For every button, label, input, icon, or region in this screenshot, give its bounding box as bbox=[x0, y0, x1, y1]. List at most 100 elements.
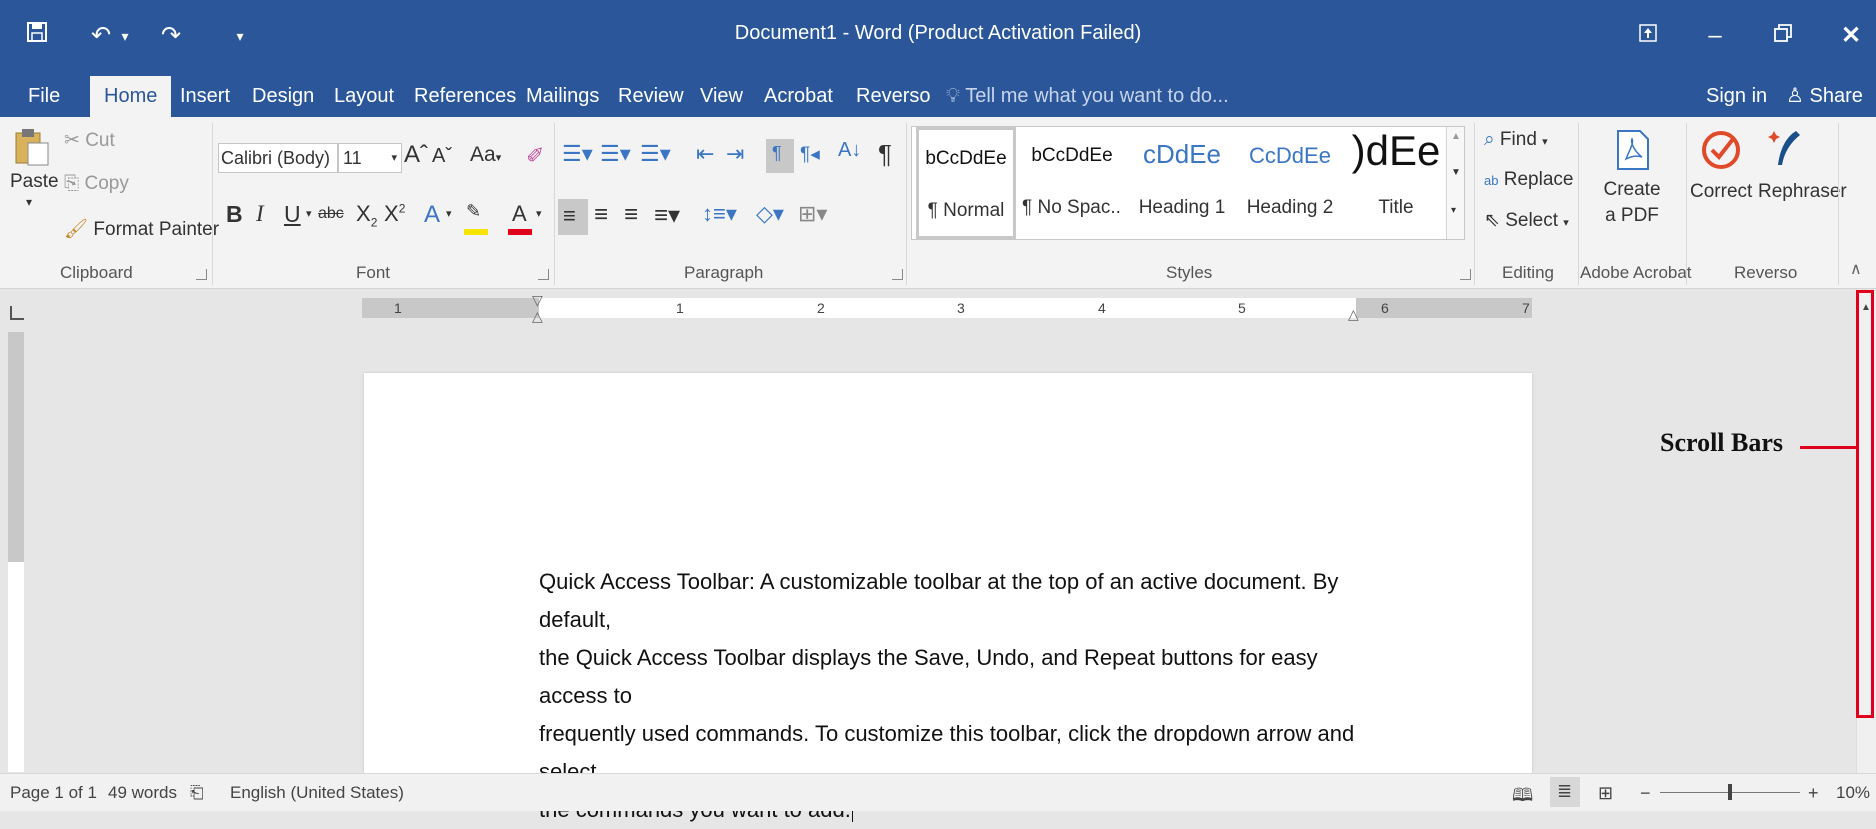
clear-formatting-icon[interactable]: ✐ bbox=[526, 143, 544, 169]
font-size-dropdown-icon[interactable]: ▾ bbox=[391, 144, 397, 172]
justify-icon[interactable]: ≡▾ bbox=[654, 201, 680, 230]
clipboard-icon bbox=[15, 129, 49, 166]
close-icon[interactable]: ✕ bbox=[1826, 14, 1876, 58]
web-layout-icon[interactable]: ⊞ bbox=[1598, 783, 1613, 804]
vertical-ruler[interactable] bbox=[8, 332, 24, 772]
align-left-icon[interactable]: ≡ bbox=[558, 199, 588, 235]
tab-selector-icon[interactable] bbox=[10, 306, 24, 320]
borders-icon[interactable]: ⊞▾ bbox=[798, 201, 827, 227]
font-color-dropdown-icon[interactable]: ▾ bbox=[536, 207, 542, 220]
subscript-icon[interactable]: X2 bbox=[356, 201, 377, 229]
style-preview: bCcDdEe bbox=[1031, 145, 1113, 166]
rephraser-button[interactable]: Rephraser bbox=[1756, 125, 1847, 235]
bold-icon[interactable]: B bbox=[226, 201, 243, 228]
font-color-icon[interactable]: A bbox=[506, 201, 538, 237]
tab-home[interactable]: Home bbox=[90, 76, 172, 117]
style-normal[interactable]: bCcDdEe ¶ Normal bbox=[916, 127, 1016, 239]
tab-insert[interactable]: Insert bbox=[170, 76, 240, 117]
page-count[interactable]: Page 1 of 1 bbox=[10, 783, 97, 803]
hanging-indent-marker[interactable]: △ bbox=[532, 308, 543, 325]
clipboard-launcher-icon[interactable] bbox=[196, 269, 207, 280]
tab-acrobat[interactable]: Acrobat bbox=[754, 76, 843, 117]
paragraph-launcher-icon[interactable] bbox=[892, 269, 903, 280]
cut-button[interactable]: ✂ Cut bbox=[64, 129, 115, 152]
italic-icon[interactable]: I bbox=[256, 201, 264, 227]
grow-font-icon[interactable]: Aˆ bbox=[404, 141, 428, 169]
share-button[interactable]: ♙ Share bbox=[1776, 76, 1873, 117]
tab-design[interactable]: Design bbox=[242, 76, 324, 117]
align-right-icon[interactable]: ≡ bbox=[624, 201, 638, 229]
numbering-icon[interactable]: ☰▾ bbox=[600, 141, 631, 167]
format-painter-button[interactable]: 🖌︎ Format Painter bbox=[64, 217, 219, 241]
language[interactable]: English (United States) bbox=[230, 783, 404, 803]
show-formatting-icon[interactable]: ¶ bbox=[878, 139, 892, 170]
underline-icon[interactable]: U bbox=[284, 201, 301, 228]
correct-button[interactable]: Correct bbox=[1690, 125, 1754, 235]
sort-icon[interactable]: A↓ bbox=[838, 139, 861, 162]
tab-review[interactable]: Review bbox=[608, 76, 694, 117]
highlight-icon[interactable]: ✎ bbox=[462, 201, 494, 237]
superscript-icon[interactable]: X2 bbox=[384, 201, 405, 227]
style-heading-1[interactable]: cDdEe Heading 1 bbox=[1130, 127, 1234, 239]
tell-me-box[interactable]: 💡︎ Tell me what you want to do... bbox=[946, 76, 1229, 117]
style-title[interactable]: )dEe Title bbox=[1346, 127, 1446, 239]
replace-button[interactable]: ab Replace bbox=[1484, 169, 1573, 191]
read-mode-icon[interactable]: 🕮︎ bbox=[1512, 783, 1533, 813]
style-heading-2[interactable]: CcDdEe Heading 2 bbox=[1238, 127, 1342, 239]
line-spacing-icon[interactable]: ↕≡▾ bbox=[702, 201, 737, 227]
ribbon-display-options-icon[interactable] bbox=[1623, 14, 1673, 58]
change-case-button[interactable]: Aa▾ bbox=[470, 143, 501, 167]
tab-mailings[interactable]: Mailings bbox=[516, 76, 609, 117]
shrink-font-icon[interactable]: Aˇ bbox=[432, 145, 452, 168]
align-center-icon[interactable]: ≡ bbox=[594, 201, 608, 229]
font-name-box[interactable]: Calibri (Body) bbox=[218, 143, 338, 173]
rtl-icon[interactable]: ¶◂ bbox=[800, 143, 820, 166]
increase-indent-icon[interactable]: ⇥ bbox=[726, 141, 744, 167]
select-button[interactable]: ⇖ Select ▾ bbox=[1484, 209, 1569, 232]
shading-icon[interactable]: ◇▾ bbox=[756, 201, 784, 227]
tab-layout[interactable]: Layout bbox=[324, 76, 404, 117]
print-layout-icon[interactable]: ≣ bbox=[1550, 777, 1580, 807]
zoom-level[interactable]: 10% bbox=[1836, 783, 1870, 803]
tab-references[interactable]: References bbox=[404, 76, 526, 117]
font-launcher-icon[interactable] bbox=[538, 269, 549, 280]
minimize-icon[interactable]: – bbox=[1690, 14, 1740, 58]
collapse-ribbon-icon[interactable]: ∧ bbox=[1850, 259, 1862, 279]
restore-icon[interactable] bbox=[1758, 14, 1808, 58]
word-count[interactable]: 49 words bbox=[108, 783, 177, 803]
multilevel-list-icon[interactable]: ☰▾ bbox=[640, 141, 671, 167]
scroll-up-icon[interactable]: ▲ bbox=[1451, 131, 1461, 142]
styles-launcher-icon[interactable] bbox=[1460, 269, 1471, 280]
text-effects-dropdown-icon[interactable]: ▾ bbox=[446, 207, 452, 220]
copy-button[interactable]: ⎘ Copy bbox=[64, 173, 129, 195]
sign-in-link[interactable]: Sign in bbox=[1696, 76, 1777, 117]
proofing-icon[interactable]: ⎗ bbox=[190, 783, 204, 803]
horizontal-ruler[interactable]: 1 1 2 3 4 5 6 7 ▽ △ △ bbox=[362, 292, 1532, 324]
paste-dropdown-icon[interactable]: ▾ bbox=[26, 195, 32, 209]
ltr-icon[interactable]: ¶ bbox=[766, 139, 794, 173]
zoom-in-icon[interactable]: + bbox=[1808, 783, 1819, 804]
tab-reverso[interactable]: Reverso bbox=[846, 76, 940, 117]
style-no-spacing[interactable]: bCcDdEe ¶ No Spac... bbox=[1022, 127, 1122, 239]
copy-icon: ⎘ bbox=[64, 173, 80, 194]
zoom-slider-thumb[interactable] bbox=[1728, 784, 1732, 800]
create-pdf-button[interactable]: Create a PDF bbox=[1586, 125, 1678, 249]
more-styles-icon[interactable]: ▾ bbox=[1451, 205, 1456, 216]
underline-dropdown-icon[interactable]: ▾ bbox=[306, 207, 312, 220]
find-button[interactable]: ⌕ Find ▾ bbox=[1484, 129, 1548, 151]
styles-gallery-scroll[interactable]: ▲ ▼ ▾ bbox=[1446, 127, 1464, 239]
text-effects-icon[interactable]: A bbox=[424, 201, 440, 229]
font-size-box[interactable]: 11 ▾ bbox=[338, 143, 402, 173]
strikethrough-icon[interactable]: abc bbox=[318, 205, 344, 223]
right-indent-marker[interactable]: △ bbox=[1348, 306, 1359, 323]
first-line-indent-marker[interactable]: ▽ bbox=[532, 292, 543, 309]
zoom-out-icon[interactable]: − bbox=[1640, 783, 1651, 804]
scroll-down-icon[interactable]: ▼ bbox=[1451, 167, 1461, 178]
decrease-indent-icon[interactable]: ⇤ bbox=[696, 141, 714, 167]
bullets-icon[interactable]: ☰▾ bbox=[562, 141, 593, 167]
paste-button[interactable]: Paste ▾ bbox=[10, 125, 59, 245]
tab-view[interactable]: View bbox=[690, 76, 753, 117]
replace-label: Replace bbox=[1503, 169, 1574, 190]
tab-file[interactable]: File bbox=[18, 76, 70, 117]
zoom-slider[interactable] bbox=[1660, 784, 1800, 800]
